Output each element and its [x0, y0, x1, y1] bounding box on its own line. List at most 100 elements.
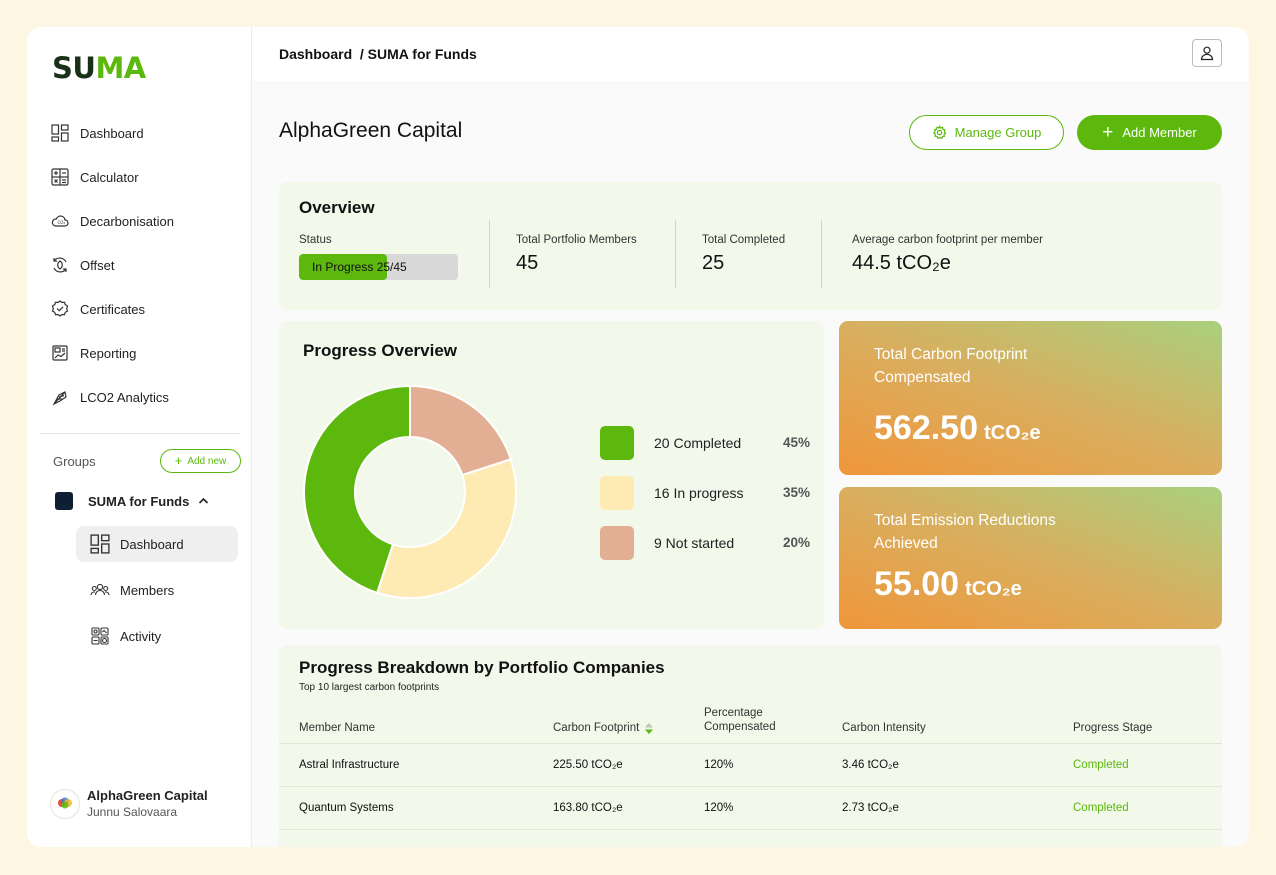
- add-new-group-button[interactable]: + Add new: [160, 449, 241, 473]
- legend-swatch: [600, 525, 634, 560]
- groups-label: Groups: [53, 453, 96, 469]
- progress-donut-chart: [303, 385, 517, 599]
- offset-cycle-icon: [53, 257, 67, 273]
- sidebar-item-decarbonisation[interactable]: CO₂ Decarbonisation: [51, 199, 241, 243]
- group-item-label: SUMA for Funds: [88, 493, 190, 509]
- cell-percentage-compensated: 120%: [704, 759, 734, 771]
- progress-overview-card: Progress Overview 20 Completed 45% 16 In…: [279, 321, 824, 629]
- legend-percentage: 35%: [782, 485, 810, 500]
- group-item-suma-for-funds[interactable]: SUMA for Funds: [55, 492, 209, 510]
- svg-text:CO₂: CO₂: [58, 220, 66, 225]
- user-profile-card[interactable]: AlphaGreen Capital Junnu Salovaara: [50, 788, 208, 819]
- suma-logo[interactable]: SUMA: [52, 51, 146, 85]
- legend-percentage: 20%: [782, 535, 810, 550]
- donut-slice-not-started[interactable]: [409, 385, 513, 477]
- members-value: 45: [516, 252, 539, 274]
- cloud-co2-icon: CO₂: [51, 215, 69, 227]
- main-content: Dashboard / SUMA for Funds AlphaGreen Ca…: [252, 27, 1249, 847]
- status-label: Status: [299, 234, 332, 246]
- legend-item-in-progress: 16 In progress 35%: [600, 475, 810, 510]
- certificate-check-icon: [51, 300, 69, 317]
- gear-icon: [932, 125, 947, 140]
- sidebar-item-label: Reporting: [80, 345, 137, 361]
- avg-footprint-value: 44.5 tCO₂e: [852, 252, 951, 274]
- column-header-carbon-footprint[interactable]: Carbon Footprint: [553, 722, 654, 734]
- plus-icon: +: [1102, 121, 1114, 143]
- members-icon: [90, 583, 110, 596]
- sidebar-item-offset[interactable]: Offset: [51, 243, 241, 287]
- table-row[interactable]: Astral Infrastructure 225.50 tCO₂e 120% …: [279, 743, 1222, 786]
- avg-footprint-label: Average carbon footprint per member: [852, 234, 1043, 246]
- avg-footprint-stat: Average carbon footprint per member 44.5…: [852, 234, 1043, 275]
- sidebar-item-lco2-analytics[interactable]: LCO2 Analytics: [51, 375, 241, 419]
- completed-label: Total Completed: [702, 234, 786, 246]
- subnav-item-activity[interactable]: Activity: [76, 618, 238, 654]
- overview-title: Overview: [299, 198, 375, 217]
- status-stat: Status In Progress 25/45: [299, 234, 458, 280]
- sidebar-item-dashboard[interactable]: Dashboard: [51, 111, 241, 155]
- report-chart-icon: [52, 345, 68, 361]
- sidebar-item-label: Calculator: [80, 169, 139, 185]
- sidebar: SUMA Dashboard Calculator CO₂ Decarbonis…: [27, 27, 252, 847]
- add-member-label: Add Member: [1122, 125, 1197, 140]
- legend-label: 16 In progress: [654, 484, 744, 501]
- user-account-button[interactable]: [1192, 39, 1222, 67]
- table-row[interactable]: [279, 829, 1222, 847]
- subnav-item-members[interactable]: Members: [76, 572, 238, 608]
- cell-progress-stage: Completed: [1073, 802, 1129, 814]
- activity-icon: [91, 627, 109, 645]
- sidebar-item-reporting[interactable]: Reporting: [51, 331, 241, 375]
- column-header-progress-stage[interactable]: Progress Stage: [1073, 722, 1152, 734]
- cell-carbon-footprint: 163.80 tCO₂e: [553, 802, 623, 814]
- groups-header: Groups + Add new: [53, 449, 241, 473]
- legend-label: 9 Not started: [654, 534, 735, 551]
- calculator-icon: [51, 168, 69, 186]
- sidebar-item-calculator[interactable]: Calculator: [51, 155, 241, 199]
- legend-swatch: [600, 475, 634, 510]
- table-header: Member Name Carbon Footprint Percentage …: [279, 707, 1222, 743]
- breadcrumb: Dashboard / SUMA for Funds: [279, 46, 477, 62]
- completed-value: 25: [702, 252, 725, 274]
- table-row[interactable]: Quantum Systems 163.80 tCO₂e 120% 2.73 t…: [279, 786, 1222, 829]
- breadcrumb-root[interactable]: Dashboard: [279, 46, 352, 62]
- sidebar-item-label: Decarbonisation: [80, 213, 174, 229]
- overview-card: Overview Status In Progress 25/45 Total …: [279, 182, 1222, 310]
- subnav-item-dashboard[interactable]: Dashboard: [76, 526, 238, 562]
- legend-item-completed: 20 Completed 45%: [600, 425, 810, 460]
- subnav-item-label: Members: [120, 582, 175, 598]
- top-bar: Dashboard / SUMA for Funds: [252, 27, 1249, 81]
- add-new-label: Add new: [187, 455, 227, 467]
- column-header-carbon-intensity[interactable]: Carbon Intensity: [842, 722, 926, 734]
- legend-percentage: 45%: [782, 435, 810, 450]
- completed-stat: Total Completed 25: [702, 234, 785, 275]
- carbon-compensated-card: Total Carbon Footprint Compensated 562.5…: [839, 321, 1222, 475]
- members-stat: Total Portfolio Members 45: [516, 234, 637, 275]
- compensated-value: 562.50: [874, 409, 978, 447]
- members-label: Total Portfolio Members: [516, 234, 637, 246]
- cell-carbon-footprint: 225.50 tCO₂e: [553, 759, 623, 771]
- app-window: SUMA Dashboard Calculator CO₂ Decarbonis…: [27, 27, 1249, 847]
- subnav-item-label: Activity: [120, 628, 162, 644]
- sidebar-item-label: LCO2 Analytics: [80, 389, 169, 405]
- user-company-name: AlphaGreen Capital: [87, 788, 208, 803]
- company-logo-avatar: [50, 788, 80, 819]
- donut-slice-in-progress[interactable]: [375, 457, 517, 599]
- user-icon: [1200, 46, 1214, 61]
- progress-overview-title: Progress Overview: [303, 341, 458, 360]
- sidebar-nav: Dashboard Calculator CO₂ Decarbonisation…: [51, 111, 241, 419]
- reductions-value: 55.00: [874, 565, 960, 603]
- column-header-percentage-compensated[interactable]: Percentage Compensated: [704, 706, 804, 734]
- sidebar-item-label: Certificates: [80, 301, 146, 317]
- column-header-member-name[interactable]: Member Name: [299, 722, 375, 734]
- reductions-value-row: 55.00 tCO₂e: [874, 565, 1022, 604]
- dashboard-icon: [51, 124, 69, 142]
- cell-carbon-intensity: 2.73 tCO₂e: [842, 802, 899, 814]
- add-member-button[interactable]: + Add Member: [1077, 115, 1222, 150]
- sidebar-item-label: Offset: [80, 257, 115, 273]
- page-title: AlphaGreen Capital: [279, 119, 463, 142]
- manage-group-label: Manage Group: [954, 125, 1042, 140]
- sort-icon: [645, 722, 654, 734]
- sidebar-item-certificates[interactable]: Certificates: [51, 287, 241, 331]
- legend-item-not-started: 9 Not started 20%: [600, 525, 810, 560]
- manage-group-button[interactable]: Manage Group: [909, 115, 1064, 150]
